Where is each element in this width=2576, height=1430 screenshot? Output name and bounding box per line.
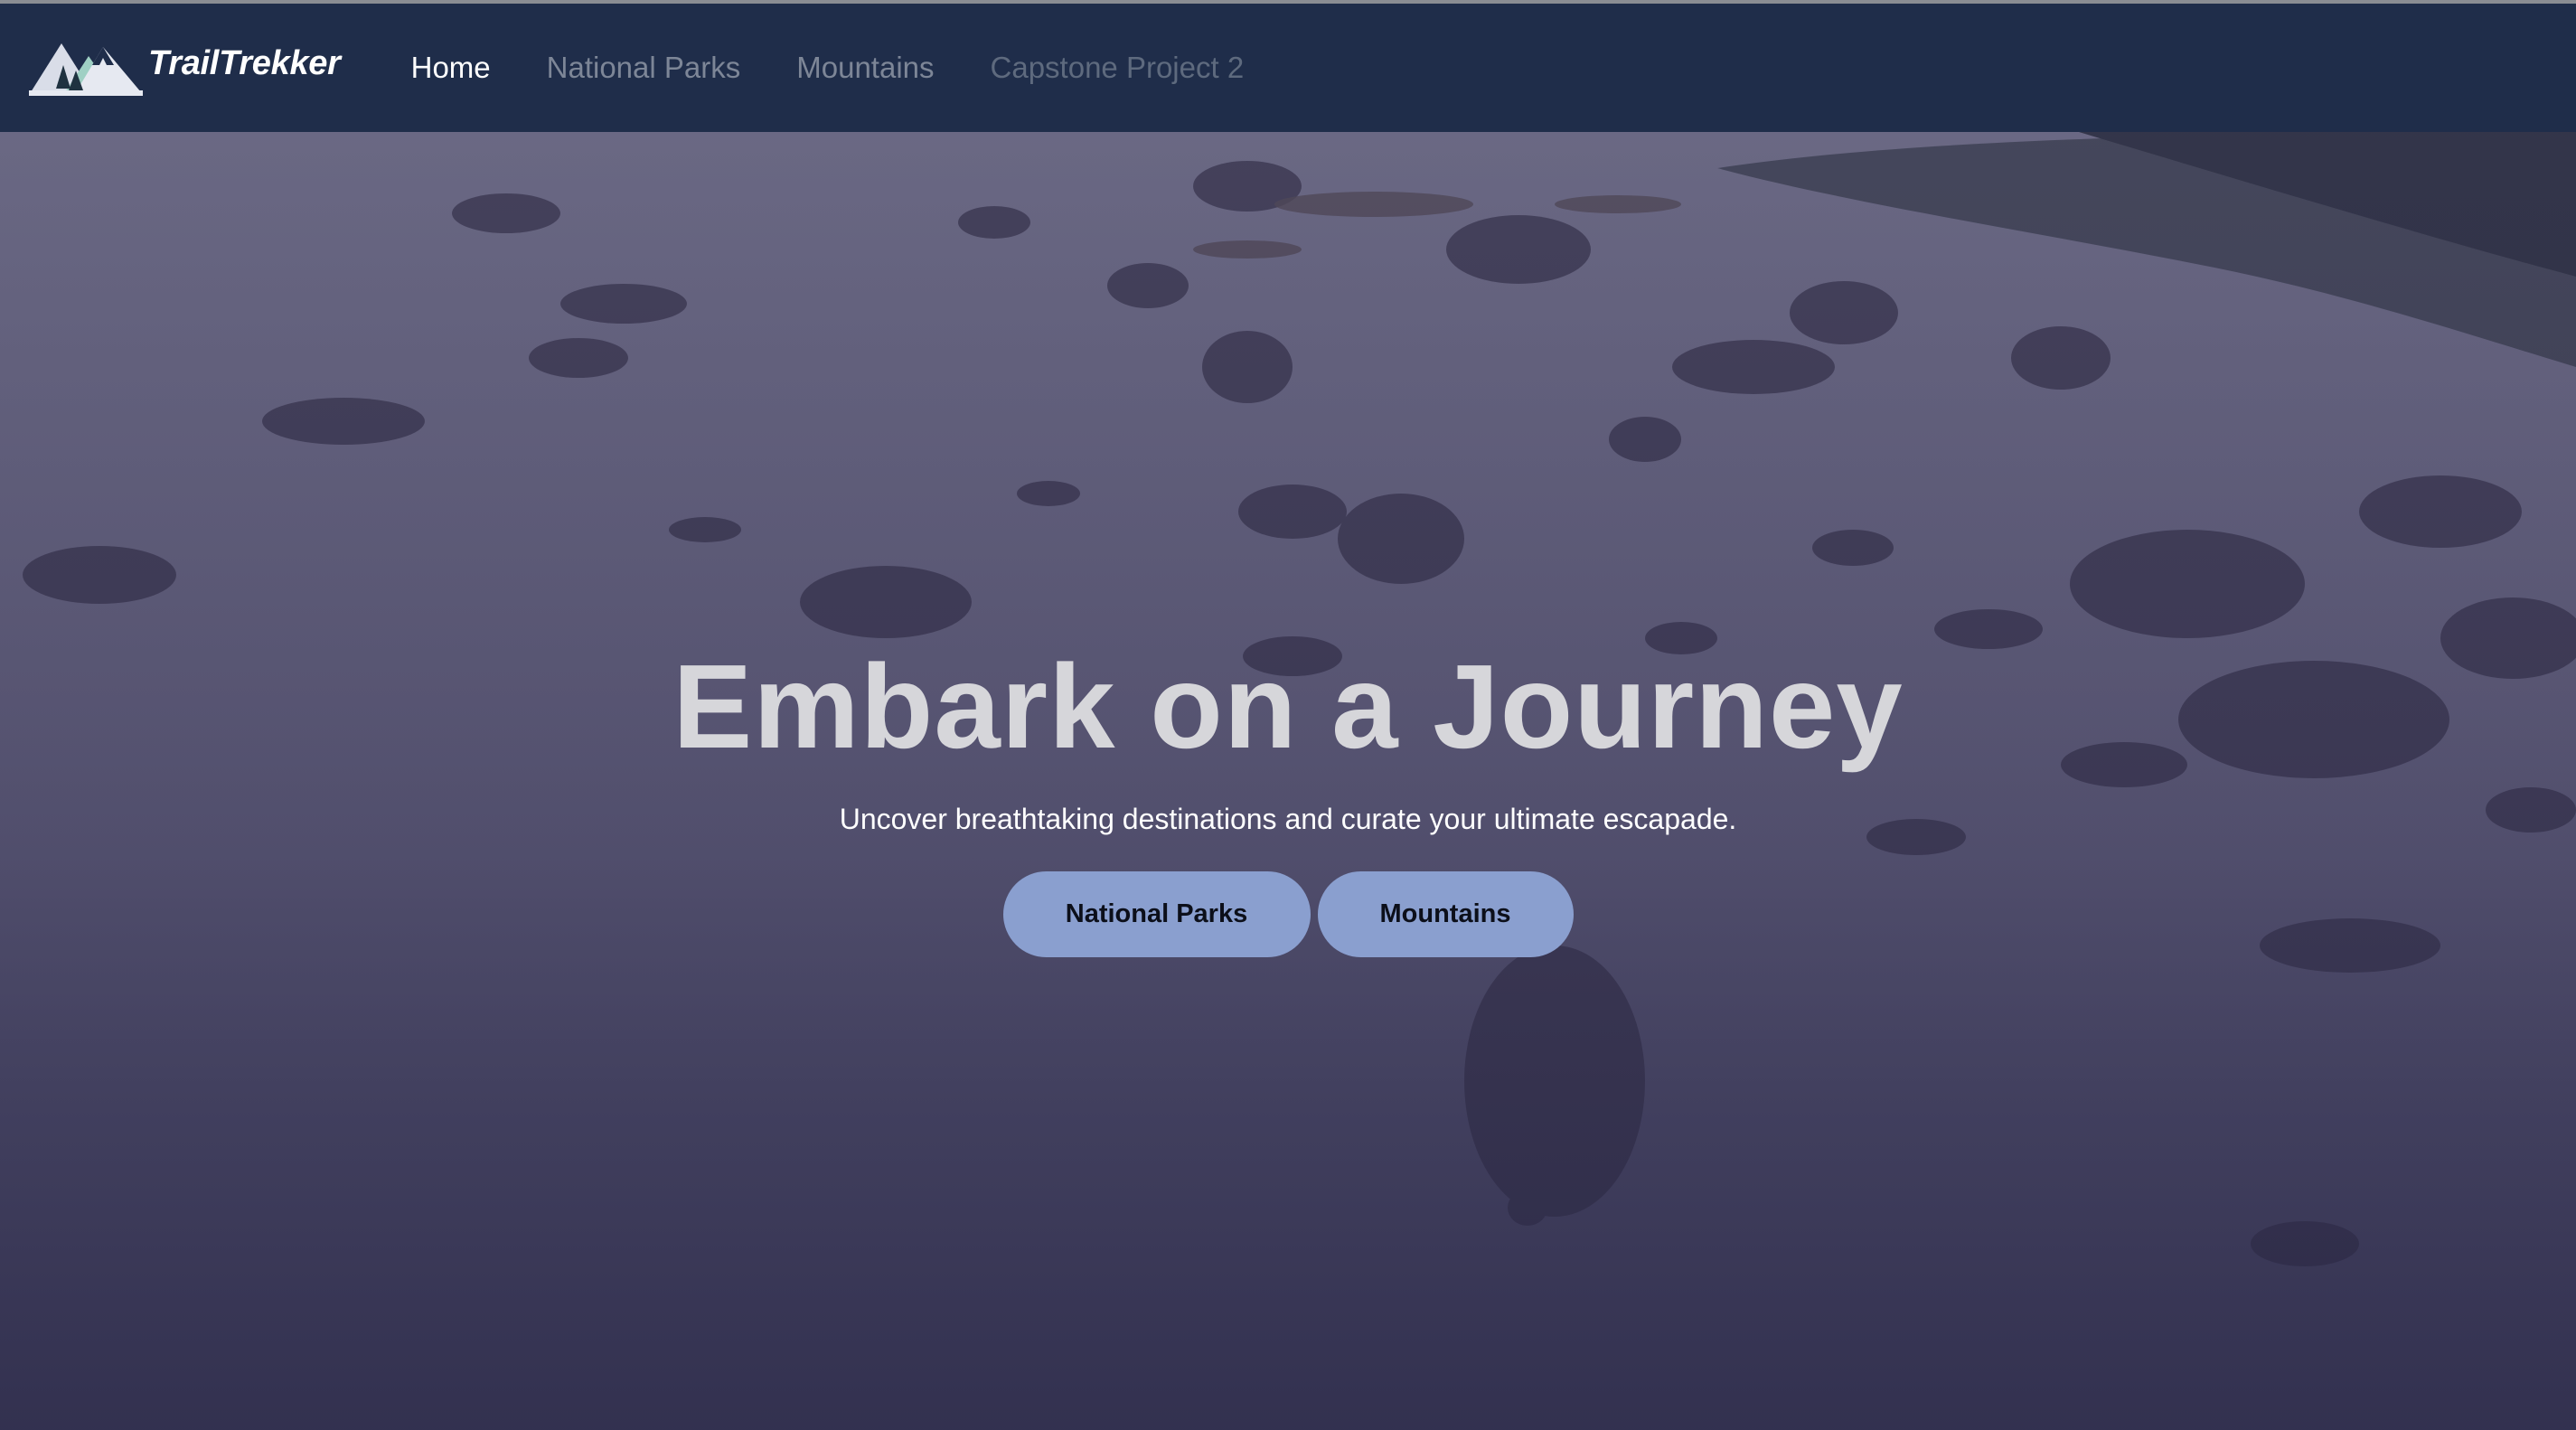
nav-link-home[interactable]: Home <box>411 51 491 85</box>
hero-title: Embark on a Journey <box>672 640 1904 773</box>
hero-buttons: National Parks Mountains <box>0 871 2576 957</box>
national-parks-button[interactable]: National Parks <box>1002 871 1311 957</box>
hero-content: Embark on a Journey Uncover breathtaking… <box>0 132 2576 1430</box>
navbar: TrailTrekker Home National Parks Mountai… <box>0 4 2576 132</box>
brand-name: TrailTrekker <box>148 43 341 82</box>
page: TrailTrekker Home National Parks Mountai… <box>0 0 2576 1430</box>
nav-link-mountains[interactable]: Mountains <box>796 51 934 85</box>
mountains-button[interactable]: Mountains <box>1317 871 1574 957</box>
nav-links: Home National Parks Mountains Capstone P… <box>411 51 1301 85</box>
mountain-trees-logo-icon <box>29 43 143 96</box>
hero-section: Embark on a Journey Uncover breathtaking… <box>0 132 2576 1430</box>
hero-subtitle: Uncover breathtaking destinations and cu… <box>839 803 1737 835</box>
nav-link-capstone-project[interactable]: Capstone Project 2 <box>991 51 1245 85</box>
nav-link-national-parks[interactable]: National Parks <box>547 51 741 85</box>
brand-link[interactable]: TrailTrekker <box>29 38 341 98</box>
